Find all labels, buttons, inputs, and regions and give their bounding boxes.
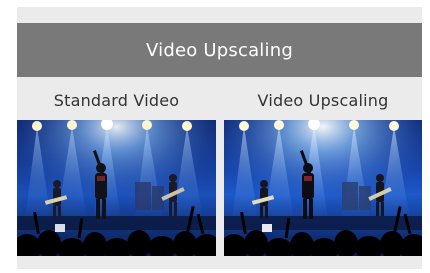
header-bar: Video Upscaling xyxy=(17,23,422,77)
standard-video-label: Standard Video xyxy=(53,91,180,110)
comparison-panel: Video Upscaling Standard Video Video Ups… xyxy=(17,7,422,269)
header-title: Video Upscaling xyxy=(146,39,293,61)
standard-video-image xyxy=(17,120,216,256)
top-strip xyxy=(17,7,422,23)
upscaled-video-image xyxy=(224,120,423,256)
upscaled-video-label: Video Upscaling xyxy=(257,91,389,110)
